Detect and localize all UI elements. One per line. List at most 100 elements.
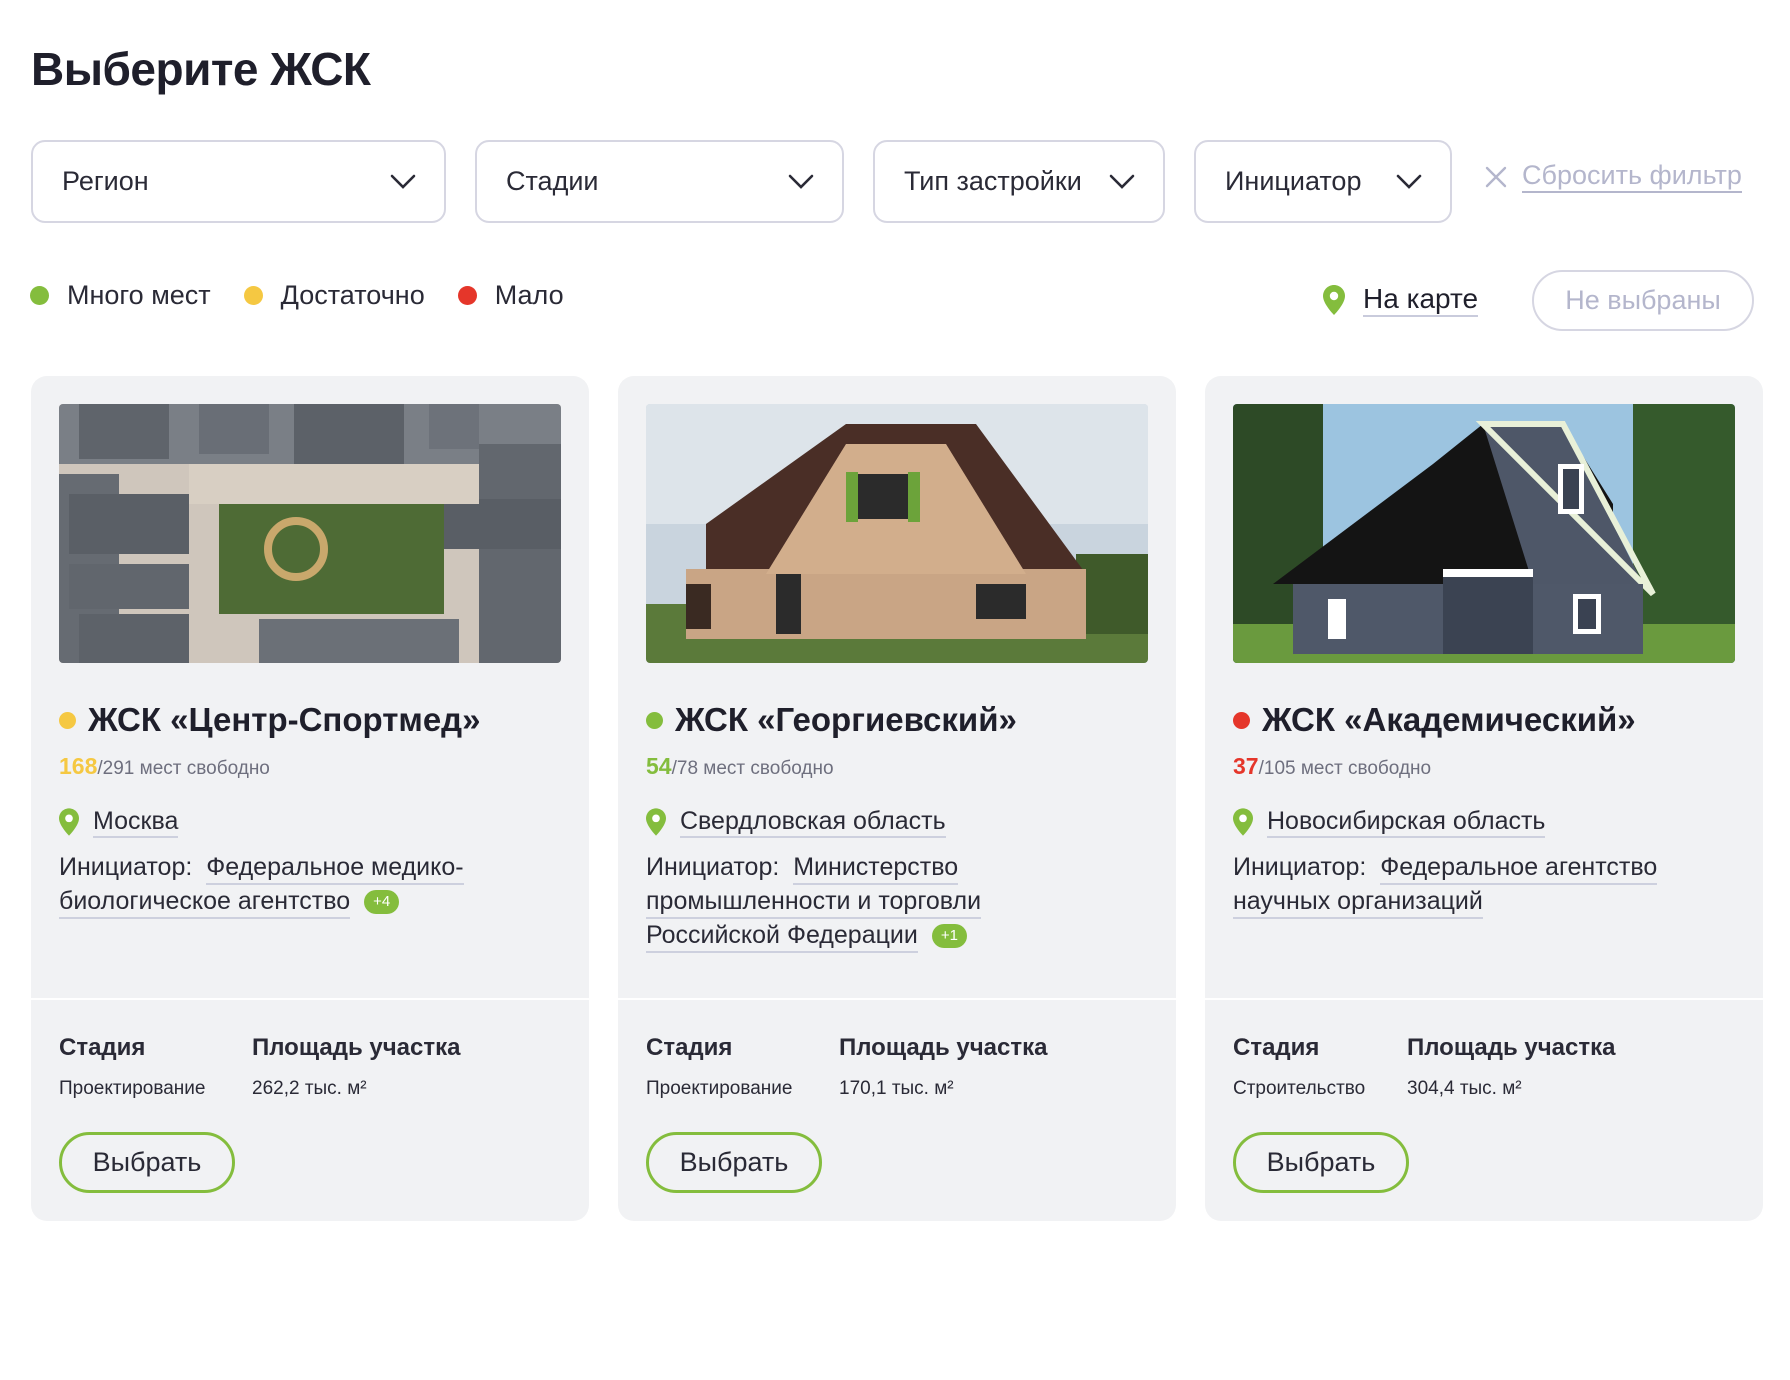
legend-item-many: Много мест <box>30 280 211 311</box>
page-title: Выберите ЖСК <box>31 43 371 95</box>
initiator-label: Инициатор: <box>1233 853 1367 881</box>
seats-free: 168 <box>59 753 98 779</box>
yellow-dot-icon <box>243 286 263 305</box>
region-link[interactable]: Москва <box>59 806 179 838</box>
show-on-map-link[interactable]: На карте <box>1323 283 1479 318</box>
stage-filter-dropdown[interactable]: Стадии <box>475 140 844 223</box>
specs: Стадия Проектирование Площадь участка 17… <box>646 1034 1047 1100</box>
area-value: 304,4 тыс. м² <box>1407 1078 1522 1099</box>
map-pin-icon <box>1233 808 1253 836</box>
seats-total: /105 <box>1258 758 1296 779</box>
show-on-map-label: На карте <box>1363 283 1479 318</box>
zhsk-name-text: ЖСК «Академический» <box>1262 701 1636 738</box>
zhsk-name-text: ЖСК «Георгиевский» <box>675 701 1017 738</box>
zhsk-name: ЖСК «Центр-Спортмед» <box>59 701 480 739</box>
initiator-filter-label: Инициатор <box>1225 166 1362 196</box>
zhsk-card: ЖСК «Центр-Спортмед» 168/291 мест свобод… <box>31 376 589 1221</box>
chevron-down-icon <box>1396 174 1422 189</box>
availability-legend: Много мест Достаточно Мало <box>30 280 597 311</box>
choose-button[interactable]: Выбрать <box>1233 1132 1409 1193</box>
seats-availability: 54/78 мест свободно <box>646 753 834 780</box>
map-pin-icon <box>1323 285 1345 316</box>
legend-item-few: Мало <box>457 280 564 311</box>
stage-filter-label: Стадии <box>506 166 599 196</box>
zhsk-card: ЖСК «Георгиевский» 54/78 мест свободно С… <box>618 376 1176 1221</box>
zhsk-name-text: ЖСК «Центр-Спортмед» <box>88 701 481 738</box>
region-name: Москва <box>93 806 179 838</box>
more-initiators-badge[interactable]: +4 <box>364 890 400 914</box>
chevron-down-icon <box>788 174 814 189</box>
area-spec: Площадь участка 262,2 тыс. м² <box>252 1034 460 1100</box>
building-type-filter-dropdown[interactable]: Тип застройки <box>873 140 1165 223</box>
initiator-info: Инициатор: Федеральное медико-биологичес… <box>59 850 529 919</box>
stage-value: Проектирование <box>646 1078 793 1099</box>
chevron-down-icon <box>390 174 416 189</box>
region-name: Новосибирская область <box>1267 806 1546 838</box>
choose-button[interactable]: Выбрать <box>646 1132 822 1193</box>
zhsk-photo-house <box>1233 404 1735 663</box>
green-dot-icon <box>30 286 49 305</box>
divider <box>31 998 589 1000</box>
area-spec: Площадь участка 170,1 тыс. м² <box>839 1034 1047 1100</box>
status-dot-icon <box>59 711 76 729</box>
specs: Стадия Проектирование Площадь участка 26… <box>59 1034 460 1100</box>
seats-suffix: мест свободно <box>1300 758 1432 779</box>
area-label: Площадь участка <box>252 1034 461 1061</box>
stage-value: Строительство <box>1233 1078 1366 1099</box>
stage-spec: Стадия Проектирование <box>646 1034 839 1100</box>
seats-availability: 168/291 мест свободно <box>59 753 270 780</box>
status-dot-icon <box>1233 711 1250 729</box>
building-type-filter-label: Тип застройки <box>904 166 1082 196</box>
area-label: Площадь участка <box>1407 1034 1616 1061</box>
more-initiators-badge[interactable]: +1 <box>931 924 967 948</box>
close-icon <box>1485 166 1507 187</box>
reset-filter-button[interactable]: Сбросить фильтр <box>1484 160 1742 194</box>
legend-label: Мало <box>494 280 564 310</box>
choose-button[interactable]: Выбрать <box>59 1132 235 1193</box>
legend-label: Много мест <box>67 280 211 310</box>
initiator-filter-dropdown[interactable]: Инициатор <box>1194 140 1452 223</box>
area-spec: Площадь участка 304,4 тыс. м² <box>1407 1034 1615 1100</box>
seats-total: /291 <box>97 758 135 779</box>
map-pin-icon <box>59 808 79 836</box>
stage-label: Стадия <box>1233 1034 1320 1061</box>
region-link[interactable]: Новосибирская область <box>1233 806 1546 838</box>
stage-spec: Стадия Проектирование <box>59 1034 252 1100</box>
zhsk-photo-house <box>646 404 1148 663</box>
area-value: 170,1 тыс. м² <box>839 1078 954 1099</box>
region-filter-dropdown[interactable]: Регион <box>31 140 446 223</box>
initiator-label: Инициатор: <box>59 853 193 881</box>
divider <box>1205 998 1763 1000</box>
map-pin-icon <box>646 808 666 836</box>
region-link[interactable]: Свердловская область <box>646 806 946 838</box>
seats-total: /78 <box>671 758 699 779</box>
region-name: Свердловская область <box>680 806 946 838</box>
selection-status-button[interactable]: Не выбраны <box>1532 270 1754 331</box>
initiator-label: Инициатор: <box>646 853 780 881</box>
zhsk-name: ЖСК «Георгиевский» <box>646 701 1017 739</box>
region-filter-label: Регион <box>62 166 149 196</box>
stage-spec: Стадия Строительство <box>1233 1034 1407 1100</box>
legend-label: Достаточно <box>280 280 425 310</box>
status-dot-icon <box>646 711 663 729</box>
seats-free: 37 <box>1233 753 1259 779</box>
red-dot-icon <box>457 286 477 305</box>
legend-item-enough: Достаточно <box>243 280 425 311</box>
area-label: Площадь участка <box>839 1034 1048 1061</box>
stage-label: Стадия <box>59 1034 146 1061</box>
specs: Стадия Строительство Площадь участка 304… <box>1233 1034 1615 1100</box>
initiator-info: Инициатор: Министерство промышленности и… <box>646 850 1116 953</box>
seats-suffix: мест свободно <box>703 758 834 779</box>
seats-suffix: мест свободно <box>139 758 270 779</box>
zhsk-photo-aerial <box>59 404 561 663</box>
seats-free: 54 <box>646 753 672 779</box>
seats-availability: 37/105 мест свободно <box>1233 753 1431 780</box>
stage-value: Проектирование <box>59 1078 206 1099</box>
chevron-down-icon <box>1109 174 1135 189</box>
divider <box>618 998 1176 1000</box>
initiator-info: Инициатор: Федеральное агентство научных… <box>1233 850 1703 919</box>
reset-filter-label: Сбросить фильтр <box>1522 160 1742 194</box>
stage-label: Стадия <box>646 1034 733 1061</box>
zhsk-card: ЖСК «Академический» 37/105 мест свободно… <box>1205 376 1763 1221</box>
zhsk-name: ЖСК «Академический» <box>1233 701 1636 739</box>
